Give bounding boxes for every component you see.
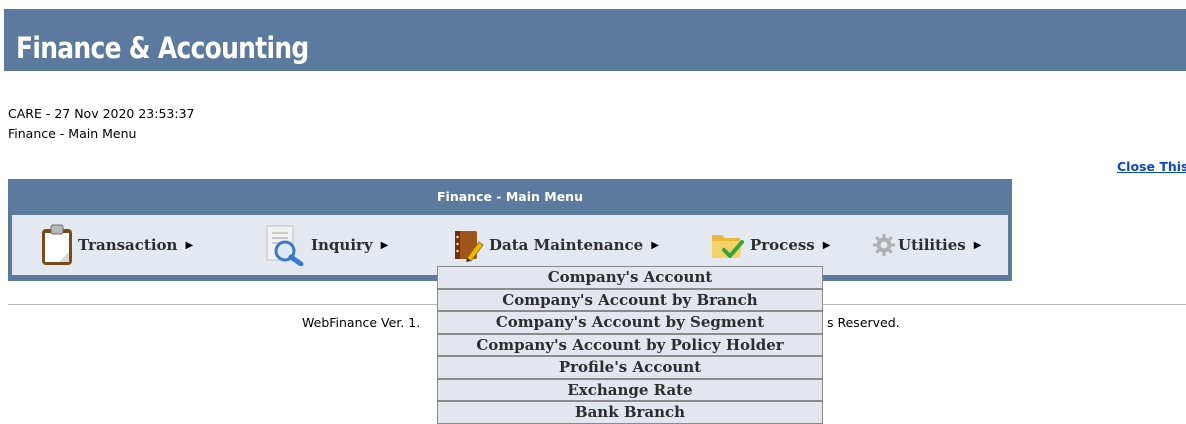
dropdown-item-exchange-rate[interactable]: Exchange Rate [437,378,823,401]
document-search-icon [263,224,307,266]
menu-label-inquiry: Inquiry [311,236,373,254]
menu-label-data-maintenance: Data Maintenance [489,236,644,254]
footer-version-text: WebFinance Ver. 1. [302,315,421,330]
dropdown-item-companys-account-by-branch[interactable]: Company's Account by Branch [437,288,823,311]
dropdown-item-profiles-account[interactable]: Profile's Account [437,356,823,379]
dropdown-item-companys-account[interactable]: Company's Account [437,266,823,289]
data-maintenance-dropdown: Company's Account Company's Account by B… [437,266,823,424]
dropdown-item-companys-account-by-segment[interactable]: Company's Account by Segment [437,311,823,334]
dropdown-item-companys-account-by-policy-holder[interactable]: Company's Account by Policy Holder [437,333,823,356]
menu-item-transaction[interactable]: Transaction ▶ [40,215,193,275]
menu-label-process: Process [750,236,815,254]
menu-label-utilities: Utilities [898,236,966,254]
dropdown-item-bank-branch[interactable]: Bank Branch [437,401,823,424]
chevron-right-icon: ▶ [651,239,659,251]
folder-check-icon [710,229,746,261]
close-page-link[interactable]: Close This Pag [1117,159,1186,174]
main-menu-caption: Finance - Main Menu [437,189,583,204]
chevron-right-icon: ▶ [185,239,194,251]
chevron-right-icon: ▶ [973,239,982,251]
notebook-pen-icon [451,228,485,262]
app-title: Finance & Accounting [16,31,309,65]
header-banner: Finance & Accounting [4,9,1186,71]
page-subtitle: Finance - Main Menu [8,126,137,141]
clipboard-icon [40,224,74,266]
chevron-right-icon: ▶ [822,239,831,251]
menu-item-utilities[interactable]: Utilities ▶ [872,215,981,275]
menu-item-inquiry[interactable]: Inquiry ▶ [263,215,388,275]
gear-icon [872,233,896,257]
session-info: CARE - 27 Nov 2020 23:53:37 [8,106,195,121]
chevron-right-icon: ▶ [380,239,389,251]
footer-rights-text: s Reserved. [827,315,900,330]
menu-label-transaction: Transaction [78,236,178,254]
